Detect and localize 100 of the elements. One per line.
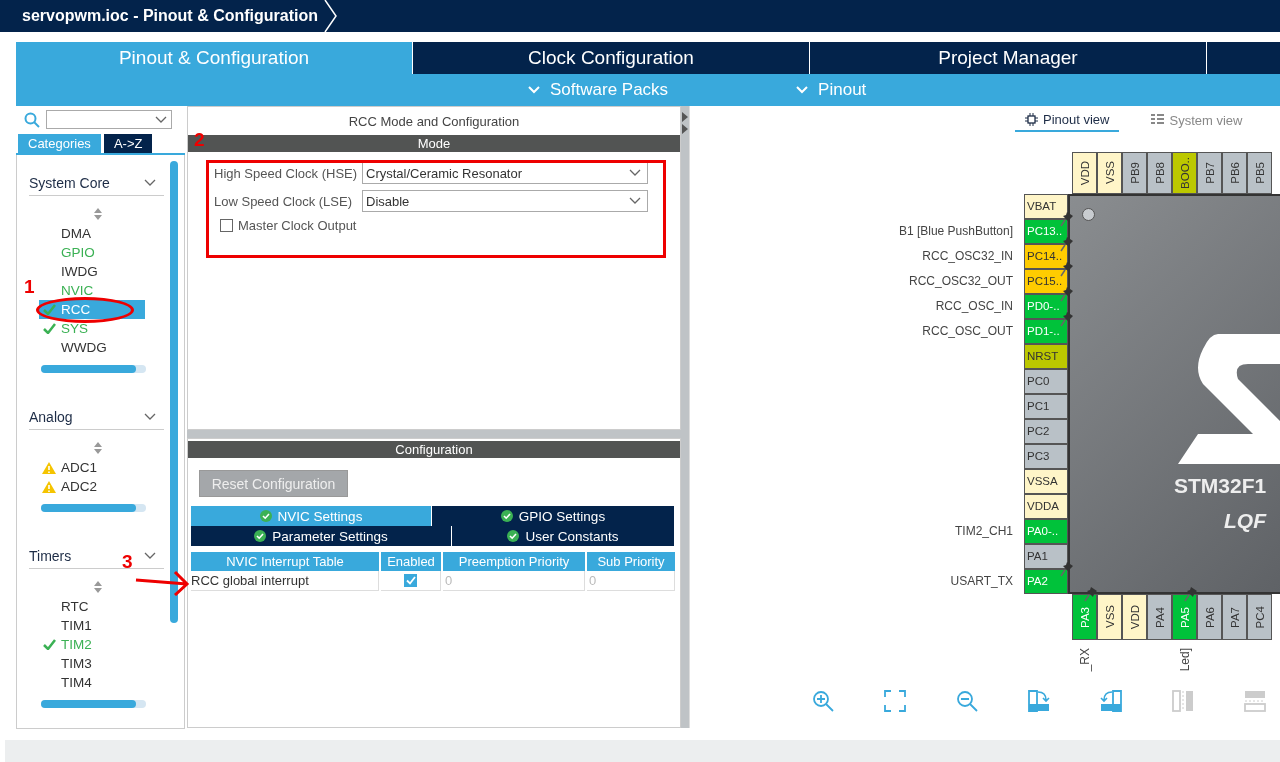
pin-label: Led] bbox=[1178, 648, 1192, 672]
chevron-down-icon[interactable] bbox=[144, 413, 156, 421]
dropdown[interactable]: Disable bbox=[362, 190, 648, 212]
chevron-down-icon[interactable] bbox=[144, 552, 156, 560]
fit-to-screen-icon[interactable] bbox=[884, 690, 906, 712]
view-tab[interactable]: Pinout view bbox=[1015, 110, 1120, 132]
horizontal-scrollbar[interactable] bbox=[41, 700, 146, 708]
category-item[interactable]: ADC1 bbox=[39, 458, 145, 477]
annotation-number: 2 bbox=[194, 129, 205, 151]
chip-pin[interactable]: PB8 bbox=[1147, 152, 1172, 194]
sort-icon[interactable] bbox=[94, 208, 102, 220]
check-circle-icon bbox=[254, 530, 267, 542]
chip-pin[interactable]: PC3 bbox=[1024, 444, 1068, 469]
horizontal-scrollbar[interactable] bbox=[41, 365, 146, 373]
search-field[interactable] bbox=[46, 110, 172, 129]
breadcrumb-tab[interactable]: servopwm.ioc - Pinout & Configuration bbox=[0, 0, 324, 32]
vertical-scrollbar[interactable] bbox=[170, 161, 178, 623]
settings-tab[interactable]: GPIO Settings bbox=[432, 506, 674, 526]
chip-pin[interactable]: PB7 bbox=[1197, 152, 1222, 194]
chip-icon bbox=[1025, 113, 1038, 126]
category-item[interactable]: ADC2 bbox=[39, 477, 145, 496]
sub-menu-label: Software Packs bbox=[550, 80, 669, 100]
pin-label: RCC_OSC_OUT bbox=[922, 324, 1013, 338]
category-item[interactable]: IWDG bbox=[39, 262, 145, 281]
chip-pin[interactable]: VBAT bbox=[1024, 194, 1068, 219]
pin-label: _RX bbox=[1078, 648, 1092, 672]
section-bar: Configuration bbox=[188, 441, 680, 458]
list-icon bbox=[1151, 114, 1165, 127]
chip-pin[interactable]: VSSA bbox=[1024, 469, 1068, 494]
chip-pin[interactable]: VSS bbox=[1097, 152, 1122, 194]
chip-pin[interactable]: PA7 bbox=[1222, 594, 1247, 640]
search-icon[interactable] bbox=[24, 111, 40, 128]
annotation-arrow bbox=[135, 570, 190, 596]
chevron-down-icon[interactable] bbox=[144, 179, 156, 187]
enabled-checkbox[interactable] bbox=[404, 574, 417, 587]
chip-pin[interactable]: PC14.. bbox=[1024, 244, 1068, 269]
sub-menu-label: Pinout bbox=[818, 80, 867, 100]
chevron-down-icon[interactable] bbox=[629, 197, 641, 205]
category-item[interactable]: WWDG bbox=[39, 338, 145, 357]
column-header: NVIC Interrupt Table bbox=[191, 552, 379, 571]
chip-pin[interactable]: PC1 bbox=[1024, 394, 1068, 419]
chip-pin[interactable]: PC2 bbox=[1024, 419, 1068, 444]
table-cell: RCC global interrupt bbox=[191, 571, 379, 591]
zoom-in-icon[interactable] bbox=[812, 690, 834, 712]
chip-pin[interactable]: PC4 bbox=[1247, 594, 1272, 640]
sort-icon[interactable] bbox=[94, 581, 102, 593]
chip-pin[interactable]: PC0 bbox=[1024, 369, 1068, 394]
chip-pin[interactable]: PA1 bbox=[1024, 544, 1068, 569]
section-title: System Core bbox=[29, 175, 110, 191]
section-header[interactable]: System Core bbox=[29, 175, 164, 196]
category-item[interactable]: TIM1 bbox=[39, 616, 145, 635]
section-title: Analog bbox=[29, 409, 73, 425]
category-item[interactable]: TIM3 bbox=[39, 654, 145, 673]
table-cell: 0 bbox=[587, 571, 675, 591]
chevron-down-icon bbox=[796, 86, 809, 94]
check-circle-icon bbox=[500, 510, 513, 522]
horizontal-scrollbar[interactable] bbox=[41, 504, 146, 512]
settings-tab[interactable]: User Constants bbox=[452, 526, 674, 546]
chip-pin[interactable]: BOO.. bbox=[1172, 152, 1197, 194]
annotation-number: 1 bbox=[24, 276, 35, 298]
table-cell: 0 bbox=[443, 571, 585, 591]
chevron-down-icon[interactable] bbox=[629, 169, 641, 177]
chevron-down-icon bbox=[528, 86, 540, 94]
settings-tab[interactable]: Parameter Settings bbox=[191, 526, 451, 546]
category-item[interactable]: TIM4 bbox=[39, 673, 145, 692]
sort-icon[interactable] bbox=[94, 442, 102, 454]
category-tab[interactable]: A->Z bbox=[103, 134, 153, 153]
chip-pin[interactable]: VDD bbox=[1072, 152, 1097, 194]
category-item[interactable]: RTC bbox=[39, 597, 145, 616]
rotate-right-icon[interactable] bbox=[1028, 690, 1050, 712]
chip-pin[interactable]: PC15.. bbox=[1024, 269, 1068, 294]
chip-pin[interactable]: VSS bbox=[1097, 594, 1122, 640]
horizontal-split-icon[interactable] bbox=[1244, 690, 1266, 712]
chip-pin[interactable]: NRST bbox=[1024, 344, 1068, 369]
checkbox-label: Master Clock Output bbox=[238, 218, 357, 233]
section-header[interactable]: Analog bbox=[29, 409, 164, 430]
chip-package-label: LQF bbox=[1224, 509, 1266, 533]
chip-pin[interactable]: PB5 bbox=[1247, 152, 1272, 194]
chip-pin[interactable]: VDDA bbox=[1024, 494, 1068, 519]
view-tab[interactable]: System view bbox=[1141, 110, 1253, 132]
collapse-arrow-icon[interactable] bbox=[682, 112, 688, 134]
category-item[interactable]: DMA bbox=[39, 224, 145, 243]
chip-pin[interactable]: VDD bbox=[1122, 594, 1147, 640]
chip-pin[interactable]: PB6 bbox=[1222, 152, 1247, 194]
chip-name: STM32F1 bbox=[1174, 474, 1267, 498]
chip-pin[interactable]: PA4 bbox=[1147, 594, 1172, 640]
column-header: Sub Priority bbox=[587, 552, 675, 571]
rotate-left-icon[interactable] bbox=[1100, 690, 1122, 712]
chip-pin[interactable]: PB9 bbox=[1122, 152, 1147, 194]
dropdown[interactable]: Crystal/Ceramic Resonator bbox=[362, 162, 648, 184]
vertical-split-icon[interactable] bbox=[1172, 690, 1194, 712]
zoom-out-icon[interactable] bbox=[956, 690, 978, 712]
chevron-down-icon[interactable] bbox=[155, 115, 167, 124]
main-tab[interactable]: Project Manager bbox=[810, 42, 1207, 74]
pin-label: RCC_OSC32_IN bbox=[922, 249, 1013, 263]
pin-label: B1 [Blue PushButton] bbox=[898, 224, 1013, 238]
chip-pin[interactable]: PA6 bbox=[1197, 594, 1222, 640]
panel-title: RCC Mode and Configuration bbox=[347, 113, 521, 131]
main-tab[interactable]: Clock Configuration bbox=[413, 42, 810, 74]
checkbox[interactable] bbox=[220, 219, 233, 232]
